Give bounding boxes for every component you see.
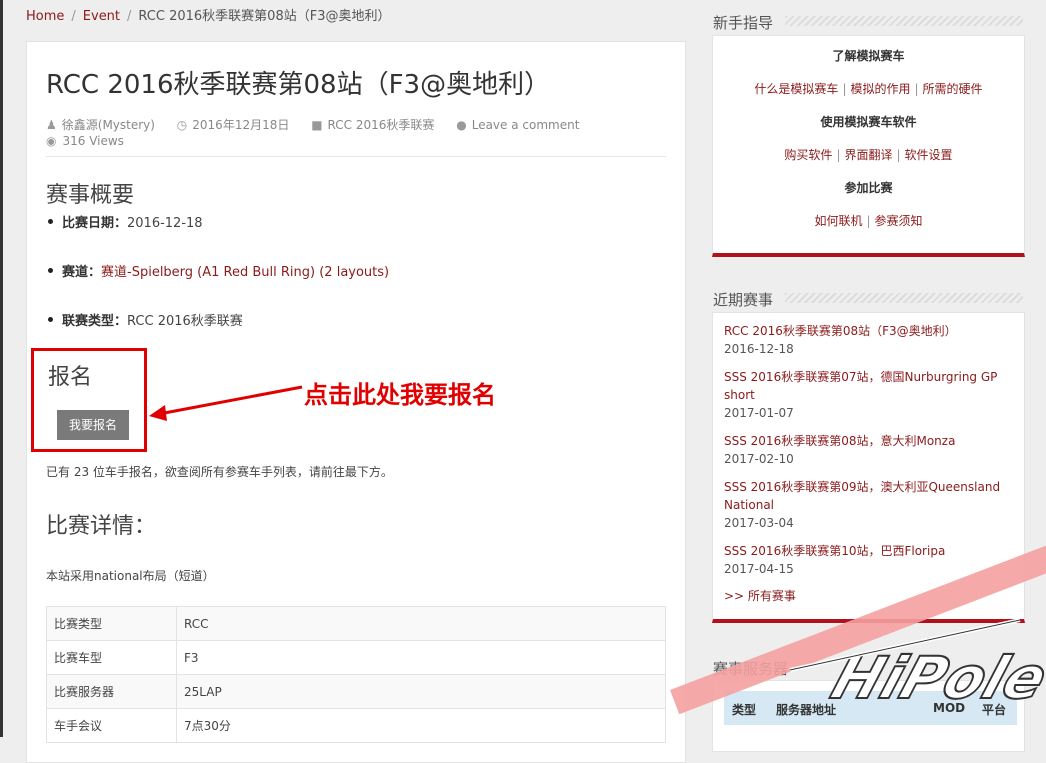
event-link[interactable]: SSS 2016秋季联赛第10站，巴西Floripa: [724, 542, 1014, 560]
breadcrumb-separator: /: [71, 9, 76, 24]
guide-link[interactable]: 界面翻译: [844, 148, 892, 162]
event-date: 2017-03-04: [724, 516, 794, 530]
registration-count: 已有 23 位车手报名，欲查阅所有参赛车手列表，请前往最下方。: [46, 465, 393, 479]
table-value: RCC: [176, 606, 666, 641]
event-link[interactable]: SSS 2016秋季联赛第07站，德国Nurburgring GP short: [724, 368, 1014, 404]
author-link[interactable]: 徐鑫源(Mystery): [62, 118, 155, 132]
watermark-logo: HiPole: [789, 618, 1046, 714]
signup-heading: 报名: [48, 365, 93, 390]
guide-widget: 了解模拟赛车 什么是模拟赛车 | 模拟的作用 | 所需的硬件 使用模拟赛车软件 购买软件…: [712, 35, 1025, 257]
meta-author: ♟ 徐鑫源(Mystery): [46, 118, 155, 132]
category-link[interactable]: RCC 2016秋季联赛: [328, 118, 435, 132]
table-value: 7点30分: [176, 708, 666, 743]
guide-links-row: 购买软件 | 界面翻译 | 软件设置: [713, 146, 1024, 163]
table-value: 25LAP: [176, 674, 666, 709]
summary-label: 联赛类型：: [62, 314, 128, 329]
views-count: 316 Views: [62, 134, 124, 148]
event-item: RCC 2016秋季联赛第08站（F3@奥地利） 2016-12-18: [724, 322, 1014, 358]
article-card: RCC 2016秋季联赛第08站（F3@奥地利） ♟ 徐鑫源(Mystery) ◷…: [26, 41, 686, 763]
guide-link[interactable]: 参赛须知: [875, 214, 923, 228]
guide-links-row: 什么是模拟赛车 | 模拟的作用 | 所需的硬件: [713, 80, 1024, 97]
pipe-divider: |: [866, 214, 871, 228]
guide-section-heading: 了解模拟赛车: [832, 49, 905, 63]
breadcrumb-home-link[interactable]: Home: [26, 9, 64, 24]
summary-item: 比赛日期：2016-12-18: [46, 212, 646, 261]
details-heading: 比赛详情：: [46, 514, 157, 539]
event-link[interactable]: SSS 2016秋季联赛第09站，澳大利亚Queensland National: [724, 478, 1014, 514]
table-key: 车手会议: [46, 708, 177, 743]
breadcrumb-current: RCC 2016秋季联赛第08站（F3@奥地利）: [138, 9, 391, 24]
table-key: 比赛车型: [46, 640, 177, 675]
event-date: 2017-02-10: [724, 452, 794, 466]
callout-text: 点击此处我要报名: [304, 381, 496, 409]
guide-link[interactable]: 什么是模拟赛车: [754, 82, 838, 96]
event-link[interactable]: RCC 2016秋季联赛第08站（F3@奥地利）: [724, 322, 1014, 340]
user-icon: ♟: [46, 118, 57, 132]
guide-link[interactable]: 如何联机: [814, 214, 862, 228]
breadcrumb-event-link[interactable]: Event: [83, 9, 120, 24]
guide-section-heading: 使用模拟赛车软件: [820, 115, 917, 129]
breadcrumb-separator: /: [127, 9, 132, 24]
post-title: RCC 2016秋季联赛第08站（F3@奥地利）: [46, 70, 551, 100]
summary-label: 比赛日期：: [62, 216, 128, 231]
recent-widget-title: 近期赛事: [713, 291, 774, 309]
guide-widget-title: 新手指导: [713, 14, 774, 32]
breadcrumb: Home / Event / RCC 2016秋季联赛第08站（F3@奥地利）: [26, 5, 390, 24]
table-row: 比赛服务器 25LAP: [46, 674, 666, 709]
table-value: F3: [176, 640, 666, 675]
guide-section-heading: 参加比赛: [844, 181, 893, 195]
table-key: 比赛服务器: [46, 674, 177, 709]
event-item: SSS 2016秋季联赛第10站，巴西Floripa 2017-04-15: [724, 542, 1014, 578]
details-table: 比赛类型 RCC 比赛车型 F3 比赛服务器 25LAP 车手会议 7点30分: [46, 606, 666, 743]
layout-note: 本站采用national布局（短道）: [46, 569, 215, 583]
post-meta: ♟ 徐鑫源(Mystery) ◷ 2016年12月18日 ■ RCC 2016秋季联赛…: [46, 116, 597, 133]
meta-category: ■ RCC 2016秋季联赛: [311, 118, 434, 132]
folder-icon: ■: [311, 118, 323, 132]
meta-divider: [46, 156, 666, 157]
table-row: 比赛类型 RCC: [46, 606, 666, 641]
table-row: 车手会议 7点30分: [46, 708, 666, 743]
guide-links-row: 如何联机 | 参赛须知: [713, 212, 1024, 229]
track-link[interactable]: 赛道-Spielberg (A1 Red Bull Ring) (2 layou…: [101, 265, 389, 280]
pipe-divider: |: [896, 148, 901, 162]
overview-heading: 赛事概要: [46, 183, 135, 208]
table-row: 比赛车型 F3: [46, 640, 666, 675]
guide-link[interactable]: 所需的硬件: [923, 82, 983, 96]
date-link[interactable]: 2016年12月18日: [192, 118, 289, 132]
pipe-divider: |: [836, 148, 841, 162]
comment-icon: ●: [456, 118, 467, 132]
callout-arrow: [149, 385, 303, 421]
summary-value: 2016-12-18: [127, 216, 203, 231]
table-key: 比赛类型: [46, 606, 177, 641]
event-date: 2016-12-18: [724, 342, 794, 356]
signup-highlight-box: 报名 我要报名: [31, 348, 147, 452]
eye-icon: ◉: [46, 134, 57, 148]
summary-item: 赛道：赛道-Spielberg (A1 Red Bull Ring) (2 la…: [46, 261, 646, 310]
event-link[interactable]: SSS 2016秋季联赛第08站，意大利Monza: [724, 432, 1014, 450]
title-hatch: [785, 293, 1023, 303]
clock-icon: ◷: [176, 118, 188, 132]
meta-comment: ● Leave a comment: [456, 118, 579, 132]
guide-link[interactable]: 模拟的作用: [850, 82, 910, 96]
event-item: SSS 2016秋季联赛第07站，德国Nurburgring GP short …: [724, 368, 1014, 422]
summary-list: 比赛日期：2016-12-18 赛道：赛道-Spielberg (A1 Red …: [46, 212, 646, 359]
meta-date: ◷ 2016年12月18日: [177, 118, 290, 132]
signup-button[interactable]: 我要报名: [57, 410, 129, 440]
summary-label: 赛道：: [62, 265, 102, 280]
window-left-edge: [0, 0, 3, 737]
meta-views: ◉ 316 Views: [46, 134, 124, 148]
pipe-divider: |: [914, 82, 919, 96]
leave-comment-link[interactable]: Leave a comment: [472, 118, 580, 132]
event-item: SSS 2016秋季联赛第08站，意大利Monza 2017-02-10: [724, 432, 1014, 468]
guide-link[interactable]: 软件设置: [905, 148, 953, 162]
pipe-divider: |: [842, 82, 847, 96]
summary-value: RCC 2016秋季联赛: [127, 314, 243, 329]
guide-link[interactable]: 购买软件: [784, 148, 832, 162]
event-item: SSS 2016秋季联赛第09站，澳大利亚Queensland National…: [724, 478, 1014, 532]
event-date: 2017-01-07: [724, 406, 794, 420]
title-hatch: [785, 16, 1023, 26]
